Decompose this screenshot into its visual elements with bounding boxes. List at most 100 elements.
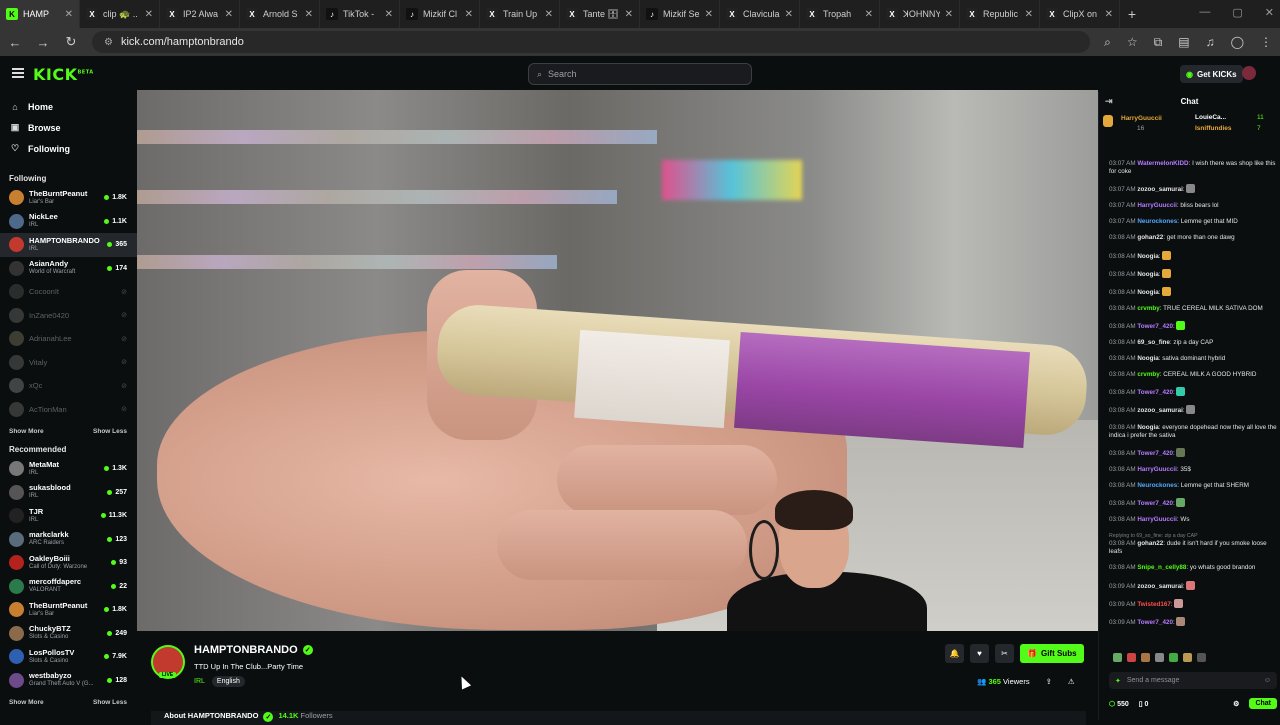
tab-close-icon[interactable]: ✕ [545,9,553,20]
sidebar-channel[interactable]: AdrianahLee ⊘ [0,327,137,351]
maximize-icon[interactable]: ▢ [1232,6,1242,19]
browser-tab[interactable]: X Tante 🗄 ✕ [560,0,640,28]
recommended-show-less[interactable]: Show Less [93,699,127,706]
sidebar-channel[interactable]: AsianAndy World of Warcraft 174 [0,257,137,281]
emote-icon[interactable] [1197,653,1206,662]
sidebar-channel[interactable]: Vitaly ⊘ [0,351,137,375]
tab-close-icon[interactable]: ✕ [65,9,73,20]
extensions-icon[interactable]: ⧉ [1154,35,1163,50]
language-tag[interactable]: English [211,676,245,687]
emote-icon[interactable] [1155,653,1164,662]
minimize-icon[interactable]: — [1199,6,1210,19]
sidebar-channel[interactable]: mercoffdaperc VALORANT 22 [0,575,137,599]
message-username[interactable]: Tower7_420 [1137,500,1173,507]
recommended-show-more[interactable]: Show More [9,699,44,706]
bookmark-star-icon[interactable]: ☆ [1127,35,1138,50]
user-avatar[interactable] [1242,66,1256,80]
sidebar-channel[interactable]: OakleyBoiii Call of Duty: Warzone 93 [0,551,137,575]
tab-close-icon[interactable]: ✕ [1025,9,1033,20]
emote-icon[interactable] [1183,653,1192,662]
report-icon[interactable]: ⚠ [1068,677,1075,686]
notification-bell-icon[interactable]: 🔔 [945,644,964,663]
sidebar-channel[interactable]: TheBurntPeanut Liar's Bar 1.8K [0,598,137,622]
zoom-icon[interactable]: ⌕ [1104,35,1111,50]
message-username[interactable]: Twisted167 [1137,601,1170,608]
tab-close-icon[interactable]: ✕ [865,9,873,20]
sidebar-channel[interactable]: MetaMat IRL 1.3K [0,457,137,481]
tab-close-icon[interactable]: ✕ [625,9,633,20]
message-username[interactable]: Neurockones [1137,482,1177,489]
tab-close-icon[interactable]: ✕ [945,9,953,20]
gift-subs-button[interactable]: 🎁 Gift Subs [1020,644,1084,663]
message-username[interactable]: HarryGuuccii [1137,202,1177,209]
message-username[interactable]: Noogia [1137,424,1158,431]
message-username[interactable]: Noogia [1137,355,1158,362]
sidebar-channel[interactable]: LosPollosTV Slots & Casino 7.9K [0,645,137,669]
stream-category[interactable]: IRL [194,678,205,685]
message-username[interactable]: Tower7_420 [1137,323,1173,330]
message-username[interactable]: zozoo_samurai [1137,583,1183,590]
browser-tab[interactable]: X Arnold S ✕ [240,0,320,28]
search-input[interactable]: ⌕ Search [528,63,752,85]
browser-tab[interactable]: ♪ TikTok - ✕ [320,0,400,28]
tab-close-icon[interactable]: ✕ [385,9,393,20]
nav-browse[interactable]: ▣ Browse [0,117,137,138]
following-show-more[interactable]: Show More [9,428,44,435]
sidebar-channel[interactable]: xQc ⊘ [0,374,137,398]
sidebar-channel[interactable]: westbabyzo Grand Theft Auto V (G... 128 [0,669,137,693]
hamburger-menu-icon[interactable] [12,68,24,78]
message-username[interactable]: zozoo_samurai [1137,186,1183,193]
streamer-name[interactable]: HAMPTONBRANDO ✓ [194,644,313,656]
gifter-name[interactable]: Isniffundies [1195,125,1231,132]
emote-icon[interactable] [1127,653,1136,662]
top-gifter-name[interactable]: HarryGuuccii [1121,115,1162,122]
message-username[interactable]: Noogia [1137,253,1158,260]
browser-tab[interactable]: X Train Up ✕ [480,0,560,28]
browser-tab[interactable]: K HAMP ✕ [0,0,80,28]
nav-home[interactable]: ⌂ Home [0,96,137,117]
nav-following[interactable]: ♡ Following [0,138,137,159]
sidebar-channel[interactable]: TheBurntPeanut Liar's Bar 1.8K [0,186,137,210]
sidebar-channel[interactable]: NickLee IRL 1.1K [0,210,137,234]
chat-send-button[interactable]: Chat [1249,698,1277,709]
sidebar-channel[interactable]: HAMPTONBRANDO IRL 365 [0,233,137,257]
close-window-icon[interactable]: ✕ [1265,6,1274,19]
profile-icon[interactable]: ◯ [1231,35,1244,50]
browser-tab[interactable]: X Clavicula ✕ [720,0,800,28]
media-icon[interactable]: ♫ [1206,35,1215,50]
sidebar-channel[interactable]: sukasblood IRL 257 [0,481,137,505]
reload-icon[interactable]: ↻ [64,34,78,50]
browser-tab[interactable]: X IP2 Alwa ✕ [160,0,240,28]
url-field[interactable]: ⚙ kick.com/hamptonbrando [92,31,1091,53]
message-username[interactable]: HarryGuuccii [1137,516,1177,523]
share-icon[interactable]: ⇪ [1046,677,1052,686]
back-icon[interactable]: ← [8,35,22,50]
chat-settings-icon[interactable]: ⚙ [1233,700,1239,708]
browser-tab[interactable]: Xclip 🐢 .. ✕ [80,0,160,28]
follow-heart-icon[interactable]: ♥ [970,644,989,663]
emote-icon[interactable] [1169,653,1178,662]
browser-tab[interactable]: X Republic ✕ [960,0,1040,28]
tab-close-icon[interactable]: ✕ [465,9,473,20]
browser-tab[interactable]: ♪ Mizkif Cl ✕ [400,0,480,28]
tab-close-icon[interactable]: ✕ [145,9,153,20]
sidebar-channel[interactable]: AcTionMan ⊘ [0,398,137,422]
clip-icon[interactable]: ✂ [995,644,1014,663]
message-username[interactable]: zozoo_samurai [1137,407,1183,414]
emoji-icon[interactable]: ☺ [1264,677,1271,684]
forward-icon[interactable]: → [36,35,50,50]
sidebar-channel[interactable]: markclarkk ARC Raiders 123 [0,528,137,552]
new-tab-icon[interactable]: + [1120,6,1144,22]
chat-message-input[interactable]: ✦ Send a message ☺ [1109,672,1277,689]
tab-close-icon[interactable]: ✕ [225,9,233,20]
emote-icon[interactable] [1141,653,1150,662]
browser-tab[interactable]: ♪ Mizkif Se ✕ [640,0,720,28]
following-show-less[interactable]: Show Less [93,428,127,435]
sidebar-channel[interactable]: InZane0420 ⊘ [0,304,137,328]
browser-tab[interactable]: X Tropah ✕ [800,0,880,28]
message-username[interactable]: 69_so_fine [1137,339,1170,346]
tab-close-icon[interactable]: ✕ [785,9,793,20]
sidebar-channel[interactable]: ChuckyBTZ Slots & Casino 249 [0,622,137,646]
browser-tab[interactable]: X ꓘOHNNY ✕ [880,0,960,28]
browser-tab[interactable]: X ClipX on ✕ [1040,0,1120,28]
